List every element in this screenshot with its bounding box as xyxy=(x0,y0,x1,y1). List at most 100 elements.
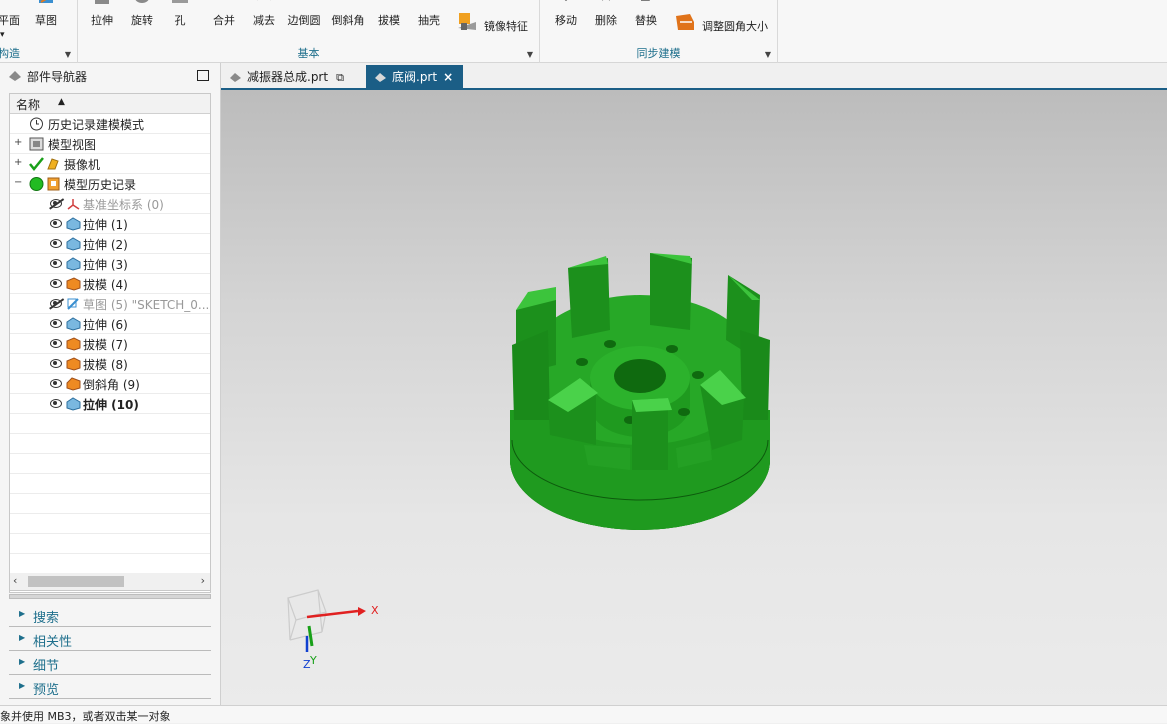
hidden-eye-icon[interactable] xyxy=(50,299,62,308)
draft-button[interactable]: 拔模 xyxy=(369,0,409,44)
delete-face-icon xyxy=(602,0,610,1)
subtract-label: 减去 xyxy=(253,14,275,27)
scroll-right-icon[interactable]: › xyxy=(201,574,205,587)
basic-group-dropdown-icon[interactable]: ▼ xyxy=(527,50,533,59)
tree-row-feature-2[interactable]: 拉伸 (2) xyxy=(10,234,210,254)
draft-label: 拔模 xyxy=(378,14,400,27)
extrude-icon xyxy=(66,257,81,271)
expand-icon[interactable]: + xyxy=(14,157,22,168)
tree-row-feature-3[interactable]: 拉伸 (3) xyxy=(10,254,210,274)
maximize-icon[interactable] xyxy=(197,70,209,81)
panel-splitter[interactable] xyxy=(9,594,211,599)
tree-label: 拉伸 (1) xyxy=(83,218,128,232)
eye-icon[interactable] xyxy=(50,359,62,368)
sketch-button[interactable]: 草图 xyxy=(26,0,66,44)
tree-label: 模型视图 xyxy=(48,138,97,152)
part-icon xyxy=(375,73,386,82)
tab-base-valve[interactable]: 底阀.prt × xyxy=(366,65,464,90)
ribbon: 平面 草图 ▾ 构造 ▼ 拉伸 旋转 孔 合并 减去 边倒圆 倒斜角 拔模 抽壳… xyxy=(0,0,1167,63)
part-icon xyxy=(230,73,241,82)
tree-label: 草图 (5) "SKETCH_0... xyxy=(83,298,210,312)
horizontal-scrollbar[interactable]: ‹ › xyxy=(9,573,211,591)
subtract-button[interactable]: 减去 xyxy=(244,0,284,44)
orientation-triad[interactable] xyxy=(287,589,366,652)
draft-icon xyxy=(66,337,81,351)
extrude-button[interactable]: 拉伸 xyxy=(82,0,122,44)
replace-face-button[interactable]: 替换 xyxy=(626,0,666,44)
extrude-icon xyxy=(66,397,81,411)
expand-triangle-icon: ▶ xyxy=(19,609,26,618)
shell-button[interactable]: 抽壳 xyxy=(409,0,449,44)
unite-button[interactable]: 合并 xyxy=(204,0,244,44)
expand-icon[interactable]: + xyxy=(14,137,22,148)
tree-row-feature-4[interactable]: 拔模 (4) xyxy=(10,274,210,294)
eye-icon[interactable] xyxy=(50,399,62,408)
plane-dropdown-icon[interactable]: ▾ xyxy=(0,30,5,40)
revolve-label: 旋转 xyxy=(131,14,153,27)
move-face-button[interactable]: 移动 xyxy=(546,0,586,44)
edge-blend-button[interactable]: 边倒圆 xyxy=(284,0,324,44)
expand-triangle-icon: ▶ xyxy=(19,657,26,666)
close-icon[interactable]: × xyxy=(443,70,453,84)
part-navigator: 部件导航器 名称 ▲ 历史记录建模模式 + 模型视图 + 摄像机 − 模型历史记… xyxy=(0,63,221,705)
sketch-icon xyxy=(39,0,53,3)
model-canvas[interactable] xyxy=(221,90,1167,705)
tab-assembly[interactable]: 减振器总成.prt ⧉ xyxy=(221,65,354,90)
base-valve-model[interactable] xyxy=(510,253,770,530)
history-icon xyxy=(47,177,60,191)
tree-row-feature-5[interactable]: 草图 (5) "SKETCH_0... xyxy=(10,294,210,314)
graphics-viewport[interactable]: X Y Z xyxy=(221,90,1167,705)
expand-triangle-icon: ▶ xyxy=(19,633,26,642)
tree-row-feature-10[interactable]: 拉伸 (10) xyxy=(10,394,210,414)
hole-button[interactable]: 孔 xyxy=(160,0,200,44)
tree-row-feature-9[interactable]: 倒斜角 (9) xyxy=(10,374,210,394)
chamfer-button[interactable]: 倒斜角 xyxy=(328,0,368,44)
eye-icon[interactable] xyxy=(50,219,62,228)
ribbon-group-construct: 平面 草图 ▾ 构造 ▼ xyxy=(0,0,78,63)
tree-label: 倒斜角 (9) xyxy=(83,378,140,392)
delete-face-button[interactable]: 删除 xyxy=(586,0,626,44)
status-bar: 象并使用 MB3，或者双击某一对象 xyxy=(0,705,1167,723)
tree-row-feature-7[interactable]: 拔模 (7) xyxy=(10,334,210,354)
revolve-button[interactable]: 旋转 xyxy=(122,0,162,44)
tree-row-model-history[interactable]: − 模型历史记录 xyxy=(10,174,210,194)
construct-group-dropdown-icon[interactable]: ▼ xyxy=(65,50,71,59)
eye-icon[interactable] xyxy=(50,239,62,248)
unite-top-icon xyxy=(458,0,478,44)
eye-icon[interactable] xyxy=(50,259,62,268)
panel-label: 相关性 xyxy=(33,635,73,650)
tree-row-history-mode[interactable]: 历史记录建模模式 xyxy=(10,114,210,134)
eye-icon[interactable] xyxy=(50,279,62,288)
eye-icon[interactable] xyxy=(50,379,62,388)
tree-label: 摄像机 xyxy=(64,158,101,172)
link-icon xyxy=(459,0,471,6)
unite-icon xyxy=(215,0,233,6)
chamfer-icon xyxy=(339,0,357,6)
panel-search[interactable]: ▶ 搜索 xyxy=(9,604,211,627)
tree-row-feature-6[interactable]: 拉伸 (6) xyxy=(10,314,210,334)
sketch-icon xyxy=(67,298,79,310)
scroll-left-icon[interactable]: ‹ xyxy=(13,574,17,587)
panel-details[interactable]: ▶ 细节 xyxy=(9,652,211,675)
hidden-eye-icon[interactable] xyxy=(50,199,62,208)
tree-row-feature-1[interactable]: 拉伸 (1) xyxy=(10,214,210,234)
check-icon xyxy=(29,157,44,171)
tree-row-cameras[interactable]: + 摄像机 xyxy=(10,154,210,174)
tab-label: 减振器总成.prt xyxy=(247,70,329,84)
panel-preview[interactable]: ▶ 预览 xyxy=(9,676,211,699)
scroll-thumb[interactable] xyxy=(28,576,124,587)
clock-icon xyxy=(30,117,43,131)
column-header-name[interactable]: 名称 ▲ xyxy=(10,94,210,114)
panel-dependencies[interactable]: ▶ 相关性 xyxy=(9,628,211,651)
ribbon-group-sync: 移动 删除 替换 调整圆角大小 同步建模 ▼ xyxy=(540,0,778,63)
sync-group-dropdown-icon[interactable]: ▼ xyxy=(765,50,771,59)
tree-row-feature-0[interactable]: 基准坐标系 (0) xyxy=(10,194,210,214)
resize-blend-button[interactable]: 调整圆角大小 xyxy=(674,0,784,33)
tree-row-feature-8[interactable]: 拔模 (8) xyxy=(10,354,210,374)
y-axis-label: Y xyxy=(310,654,317,667)
tree-row-model-views[interactable]: + 模型视图 xyxy=(10,134,210,154)
eye-icon[interactable] xyxy=(50,339,62,348)
collapse-icon[interactable]: − xyxy=(14,177,22,188)
eye-icon[interactable] xyxy=(50,319,62,328)
resize-blend-label: 调整圆角大小 xyxy=(702,20,768,33)
